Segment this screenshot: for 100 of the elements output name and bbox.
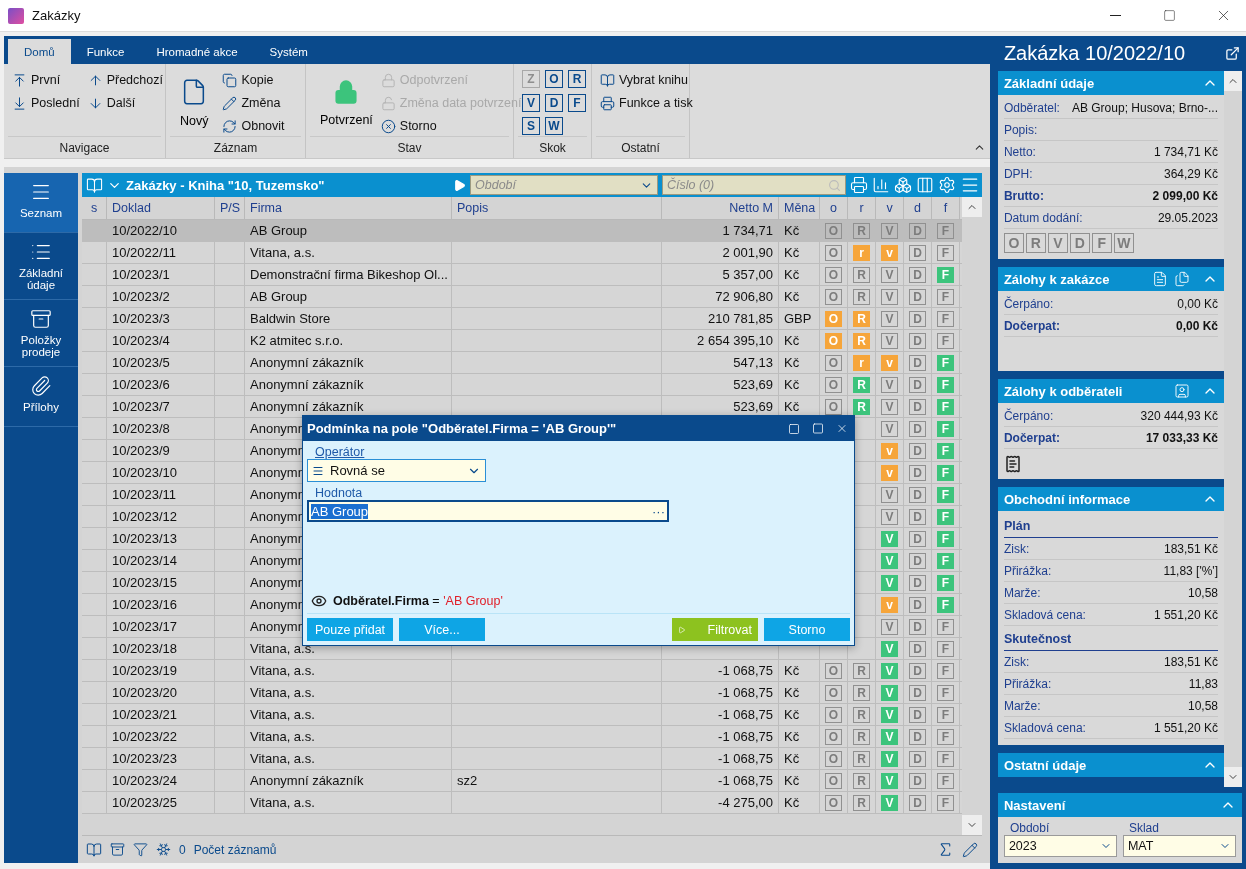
value-field[interactable]: AB Group ··· — [307, 500, 669, 522]
status-flag: r — [853, 244, 870, 261]
column-header[interactable]: f — [932, 197, 960, 219]
table-row[interactable]: 10/2023/23 Vitana, a.s. -1 068,75 Kč O R V D F — [82, 748, 962, 770]
column-header[interactable]: Měna — [779, 197, 820, 219]
ribbon-button[interactable]: Poslední — [12, 93, 80, 113]
cubes-icon[interactable] — [894, 176, 912, 194]
ribbon-tab[interactable]: Funkce — [70, 39, 141, 64]
columns-icon[interactable] — [916, 176, 934, 194]
table-row[interactable]: 10/2023/4 K2 atmitec s.r.o. 2 654 395,10 Kč O R V D F — [82, 330, 962, 352]
nav-item[interactable]: Položky prodeje — [4, 300, 78, 367]
note-icon[interactable] — [1003, 455, 1022, 473]
select-field[interactable]: 2023 — [1003, 835, 1117, 857]
field-label: Marže: — [1003, 698, 1041, 713]
ribbon-button[interactable]: Funkce a tisk — [600, 93, 693, 113]
table-row[interactable]: 10/2023/21 Vitana, a.s. -1 068,75 Kč O R V D F — [82, 704, 962, 726]
select-field[interactable]: MAT — [1122, 835, 1236, 857]
ribbon-tab[interactable]: Systém — [253, 39, 324, 64]
column-header[interactable]: r — [848, 197, 876, 219]
pop-out-icon[interactable] — [1225, 46, 1240, 61]
table-row[interactable]: 10/2022/10 AB Group 1 734,71 Kč O R V D F — [82, 220, 962, 242]
field-value: 0,00 Kč — [1177, 296, 1218, 311]
operator-select[interactable]: Rovná se — [307, 459, 486, 482]
book-icon[interactable] — [86, 841, 102, 858]
jump-key[interactable]: O — [545, 70, 563, 88]
column-header[interactable]: Doklad — [107, 197, 215, 219]
book-icon[interactable] — [86, 176, 103, 194]
column-header[interactable]: Netto M — [662, 197, 779, 219]
ribbon-button[interactable]: Předchozí — [87, 70, 163, 90]
bar-chart-icon[interactable] — [872, 176, 890, 194]
nav-item[interactable]: Základní údaje — [4, 233, 78, 300]
table-row[interactable]: 10/2022/11 Vitana, a.s. 2 001,90 Kč O r v D F — [82, 242, 962, 264]
status-flag: R — [853, 222, 870, 239]
printer-icon[interactable] — [850, 176, 868, 194]
column-header[interactable]: d — [904, 197, 932, 219]
nav-item[interactable]: Seznam — [4, 173, 78, 233]
table-row[interactable]: 10/2023/1 Demonstrační firma Bikeshop Ol... 5 357,00 Kč O R V D F — [82, 264, 962, 286]
printer-icon — [600, 95, 615, 111]
scroll-up-button[interactable] — [1224, 71, 1242, 91]
column-header[interactable]: o — [820, 197, 848, 219]
section-title: Nastavení — [1003, 797, 1067, 813]
table-cell: K2 atmitec s.r.o. — [245, 330, 452, 351]
jump-key[interactable]: W — [545, 117, 563, 136]
column-header[interactable]: P/S — [215, 197, 245, 219]
ribbon-tab[interactable]: Domů — [8, 39, 71, 64]
scroll-down-button[interactable] — [962, 815, 982, 835]
ribbon-button[interactable]: Obnovit — [222, 116, 285, 136]
column-header[interactable]: v — [876, 197, 904, 219]
settings-icon[interactable] — [938, 176, 956, 194]
table-row[interactable]: 10/2023/6 Anonymní zákazník 523,69 Kč O R V D F — [82, 374, 962, 396]
jump-key[interactable]: F — [568, 93, 586, 112]
status-flag: O — [825, 332, 842, 349]
ribbon-button[interactable]: Další — [87, 93, 163, 113]
ribbon-tab[interactable]: Hromadné akce — [140, 39, 254, 64]
status-flag: O — [825, 376, 842, 393]
status-flag: O — [825, 684, 842, 701]
ribbon-button[interactable]: První — [12, 70, 80, 90]
status-flag: D — [909, 684, 926, 701]
table-row[interactable]: 10/2023/5 Anonymní zákazník 547,13 Kč O r v D F — [82, 352, 962, 374]
jump-key[interactable]: R — [568, 70, 586, 88]
table-row[interactable]: 10/2023/19 Vitana, a.s. -1 068,75 Kč O R V D F — [82, 660, 962, 682]
archive-box-icon[interactable] — [110, 842, 125, 857]
status-flag: F — [937, 662, 954, 679]
table-row[interactable]: 10/2023/2 AB Group 72 906,80 Kč O R V D F — [82, 286, 962, 308]
scroll-down-button[interactable] — [1224, 767, 1242, 787]
jump-key[interactable]: S — [522, 117, 540, 136]
browse-button[interactable]: ··· — [652, 503, 665, 519]
table-row[interactable]: 10/2023/3 Baldwin Store 210 781,85 GBP O R V D F — [82, 308, 962, 330]
table-row[interactable]: 10/2023/20 Vitana, a.s. -1 068,75 Kč O R V D F — [82, 682, 962, 704]
column-header[interactable]: s — [82, 197, 107, 219]
status-flag: F — [937, 222, 954, 239]
table-row[interactable]: 10/2023/24 Anonymní zákazník sz2 -1 068,75 Kč O R V D F — [82, 770, 962, 792]
jump-key[interactable]: V — [522, 93, 540, 112]
column-header[interactable]: Firma — [245, 197, 452, 219]
table-row[interactable]: 10/2023/7 Anonymní zákazník 523,69 Kč O R V D F — [82, 396, 962, 418]
field-label: Přirážka: — [1003, 563, 1052, 578]
jump-key[interactable]: D — [545, 93, 563, 112]
record-count: 0 — [179, 842, 186, 857]
confirm-button[interactable]: Potvrzení — [314, 70, 379, 136]
play-icon[interactable] — [453, 178, 466, 192]
table-cell: -1 068,75 — [662, 770, 779, 791]
field-value: 11,83 — [1188, 676, 1218, 691]
nav-item[interactable]: Přílohy — [4, 367, 78, 427]
table-row[interactable]: 10/2023/22 Vitana, a.s. -1 068,75 Kč O R V D F — [82, 726, 962, 748]
pencil-icon[interactable] — [962, 841, 978, 858]
ribbon-button[interactable]: Storno — [380, 116, 522, 136]
snowflake-icon[interactable] — [156, 842, 171, 857]
column-header[interactable]: Popis — [452, 197, 662, 219]
ribbon-button[interactable]: Vybrat knihu — [600, 70, 693, 90]
status-flag: D — [909, 596, 926, 613]
new-button[interactable]: Nový — [174, 70, 215, 136]
table-row[interactable]: 10/2023/25 Vitana, a.s. -4 275,00 Kč O R V D F — [82, 792, 962, 814]
app-logo-icon — [8, 7, 24, 24]
status-flag: D — [909, 442, 926, 459]
archive-box-icon — [30, 308, 52, 330]
ribbon-button[interactable]: Změna — [222, 93, 285, 113]
ribbon-button[interactable]: Kopie — [222, 70, 285, 90]
eye-icon[interactable] — [311, 593, 327, 609]
filter-icon[interactable] — [133, 842, 148, 857]
scroll-up-button[interactable] — [962, 197, 982, 217]
